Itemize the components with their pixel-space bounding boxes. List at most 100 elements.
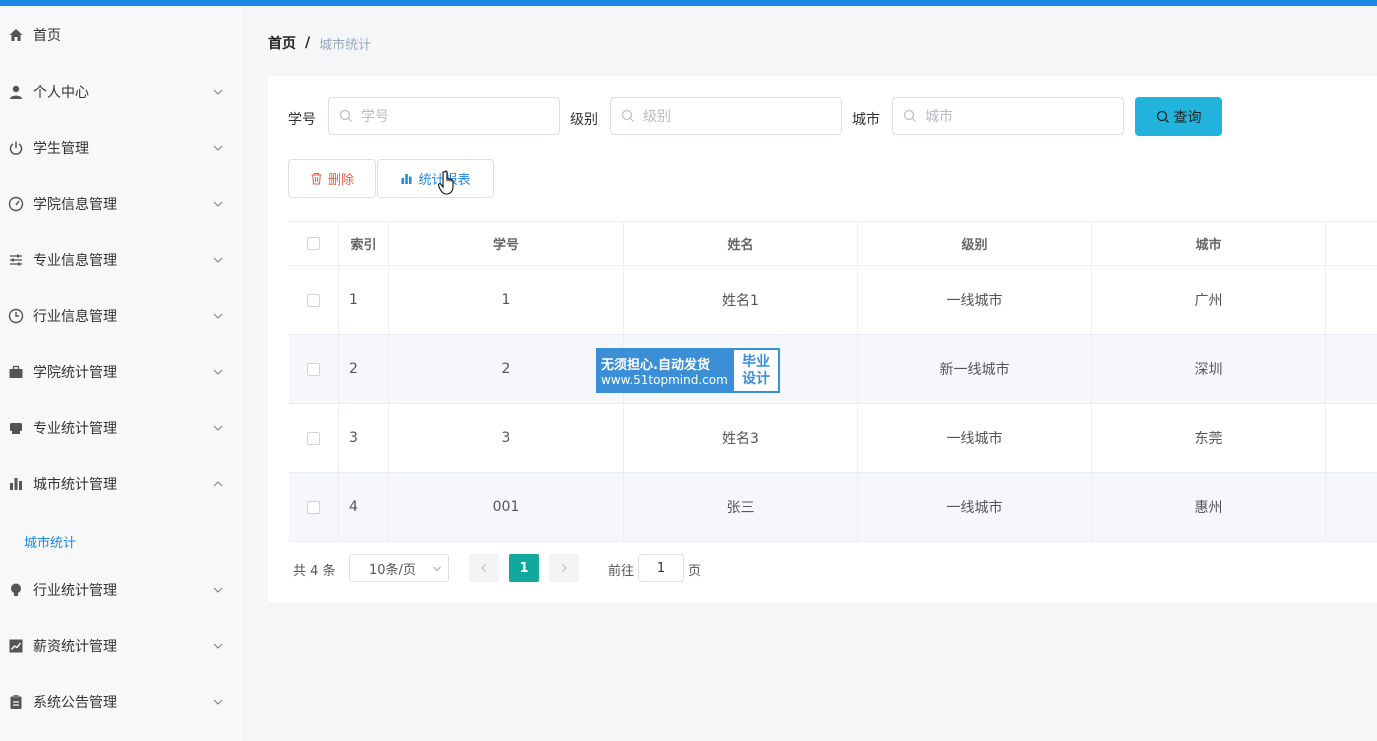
printer-icon: [8, 420, 24, 436]
table-row[interactable]: 4 001 张三 一线城市 惠州: [289, 473, 1377, 542]
row-checkbox[interactable]: [307, 431, 320, 445]
cell-city: 广州: [1092, 266, 1326, 334]
header-city[interactable]: 城市: [1092, 222, 1326, 265]
cell-name: 张三: [624, 473, 858, 541]
select-all-checkbox[interactable]: [307, 237, 320, 250]
watermark-badge: 毕业 设计: [732, 348, 780, 393]
header-name[interactable]: 姓名: [624, 222, 858, 265]
level-input[interactable]: [641, 98, 835, 136]
cell-level: 一线城市: [858, 266, 1092, 334]
cell-level: 一线城市: [858, 404, 1092, 472]
sidebar-item-major-info[interactable]: 专业信息管理: [0, 240, 243, 280]
cell-student-id: 3: [389, 404, 624, 472]
cell-name: 姓名1: [624, 266, 858, 334]
sidebar-item-announcements[interactable]: 系统公告管理: [0, 682, 243, 722]
sidebar-item-salary-stats[interactable]: 薪资统计管理: [0, 626, 243, 666]
sidebar-item-label: 薪资统计管理: [33, 639, 117, 655]
cell-student-id: 001: [389, 473, 624, 541]
goto-page-input[interactable]: [638, 554, 684, 582]
cell-level: 新一线城市: [858, 335, 1092, 403]
cell-actions: [1326, 473, 1377, 541]
city-input[interactable]: [923, 98, 1117, 136]
pagination-total: 共 4 条: [293, 564, 336, 579]
sidebar-subitem-city-stats[interactable]: 城市统计: [24, 532, 76, 551]
sidebar-item-label: 首页: [33, 28, 61, 44]
sidebar-item-home[interactable]: 首页: [0, 15, 243, 55]
page-size-value: 10条/页: [369, 562, 416, 578]
chevron-up-icon: [213, 481, 223, 487]
page-number-1[interactable]: 1: [509, 554, 539, 582]
search-icon: [621, 109, 634, 122]
breadcrumb-home[interactable]: 首页: [268, 33, 296, 53]
cell-actions: [1326, 266, 1377, 334]
sidebar-item-industry-stats[interactable]: 行业统计管理: [0, 570, 243, 610]
dashboard-icon: [8, 196, 24, 212]
student-id-field[interactable]: [328, 97, 560, 136]
briefcase-icon: [8, 364, 24, 380]
cell-city: 深圳: [1092, 335, 1326, 403]
sidebar-item-major-stats[interactable]: 专业统计管理: [0, 408, 243, 448]
header-level[interactable]: 级别: [858, 222, 1092, 265]
row-checkbox[interactable]: [307, 500, 320, 514]
delete-button-label: 删除: [327, 173, 354, 188]
header-student-id[interactable]: 学号: [389, 222, 624, 265]
table-row[interactable]: 1 1 姓名1 一线城市 广州: [289, 266, 1377, 335]
chevron-down-icon: [213, 699, 223, 705]
watermark-banner: 无须担心.自动发货 www.51topmind.com 毕业 设计: [596, 348, 780, 393]
row-checkbox-cell: [289, 404, 339, 472]
sidebar-item-college-info[interactable]: 学院信息管理: [0, 184, 243, 224]
page-suffix: 页: [688, 564, 702, 579]
chevron-down-icon: [213, 587, 223, 593]
student-id-input[interactable]: [359, 98, 553, 136]
table-row[interactable]: 2 2 新一线城市 深圳: [289, 335, 1377, 404]
delete-button[interactable]: 删除: [288, 159, 376, 198]
chevron-left-icon: [481, 564, 486, 572]
cell-index: 3: [339, 404, 389, 472]
prev-page-button[interactable]: [469, 554, 499, 582]
search-icon: [1156, 110, 1169, 123]
goto-label: 前往: [608, 564, 635, 579]
sidebar-item-industry-info[interactable]: 行业信息管理: [0, 296, 243, 336]
cell-level: 一线城市: [858, 473, 1092, 541]
watermark-badge1: 毕业: [742, 353, 770, 370]
trash-icon: [311, 172, 322, 185]
select-all-checkbox-cell: [289, 222, 339, 265]
sidebar-item-city-stats[interactable]: 城市统计管理: [0, 464, 243, 504]
clipboard-icon: [8, 694, 24, 710]
row-checkbox-cell: [289, 473, 339, 541]
chevron-down-icon: [213, 313, 223, 319]
clock-icon: [8, 308, 24, 324]
sidebar-item-personal-center[interactable]: 个人中心: [0, 72, 243, 112]
cell-actions: [1326, 404, 1377, 472]
watermark-line1: 无须担心.自动发货: [601, 358, 710, 373]
query-button[interactable]: 查询: [1135, 97, 1222, 136]
cell-student-id: 1: [389, 266, 624, 334]
row-checkbox[interactable]: [307, 362, 320, 376]
bulb-icon: [8, 582, 24, 598]
sidebar-item-label: 学院统计管理: [33, 365, 117, 381]
row-checkbox-cell: [289, 335, 339, 403]
cell-name: 姓名3: [624, 404, 858, 472]
breadcrumb-current: 城市统计: [319, 37, 372, 53]
sidebar-item-label: 个人中心: [33, 85, 89, 101]
bar-chart-icon: [8, 476, 24, 492]
cell-actions: [1326, 335, 1377, 403]
chevron-down-icon: [213, 145, 223, 151]
cell-city: 惠州: [1092, 473, 1326, 541]
sidebar: 首页 个人中心 学生管理 学院信息管理 专业信息管理 行业信息管理 学院统计管理…: [0, 6, 243, 741]
main-panel: 学号 级别 城市 查询 删除 统计报表 索引 学号 姓名 级别 城市: [268, 76, 1377, 602]
next-page-button[interactable]: [549, 554, 579, 582]
cell-index: 1: [339, 266, 389, 334]
table-header-row: 索引 学号 姓名 级别 城市: [289, 222, 1377, 266]
bar-chart-icon: [401, 174, 412, 184]
sidebar-item-students[interactable]: 学生管理: [0, 128, 243, 168]
level-field[interactable]: [610, 97, 842, 136]
page-size-select[interactable]: 10条/页: [349, 554, 449, 582]
city-field[interactable]: [892, 97, 1124, 136]
table-row[interactable]: 3 3 姓名3 一线城市 东莞: [289, 404, 1377, 473]
sidebar-item-college-stats[interactable]: 学院统计管理: [0, 352, 243, 392]
search-icon: [339, 109, 352, 122]
row-checkbox[interactable]: [307, 293, 320, 307]
header-index[interactable]: 索引: [339, 222, 389, 265]
chevron-right-icon: [562, 564, 567, 572]
